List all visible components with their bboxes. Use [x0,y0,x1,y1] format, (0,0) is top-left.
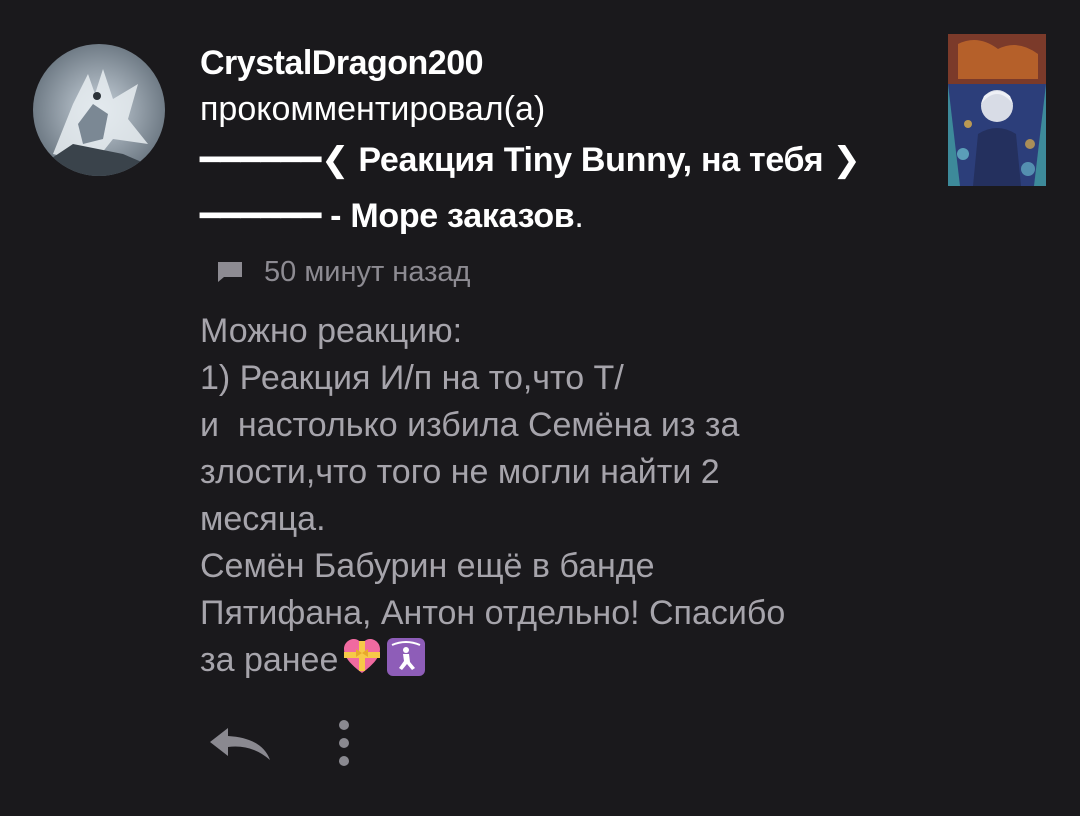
body-line: злости,что того не могли найти 2 [200,453,720,491]
post-title-dot: . [574,197,584,235]
body-line: за ранее [200,641,339,679]
comment-meta: 50 минут назад [216,252,470,292]
body-line: Пятифана, Антон отдельно! Спасибо [200,594,786,632]
body-line: и настолько избила Семёна из за [200,406,740,444]
heart-with-ribbon-emoji-icon [342,637,382,677]
post-title-suffix: - Море заказов [321,197,575,235]
person-kneeling-emoji-icon [386,637,426,677]
comment-bubble-icon [218,262,242,282]
body-line: Семён Бабурин ещё в банде [200,547,655,585]
reply-arrow-icon [210,728,270,760]
action-text: прокомментировал(а) [200,90,546,128]
comment-body: Можно реакцию: 1) Реакция И/п на то,что … [200,308,900,684]
post-thumbnail[interactable] [948,34,1046,186]
more-options-button[interactable] [328,716,360,772]
timestamp: 50 минут назад [264,255,471,288]
body-line-last: за ранее [200,637,900,684]
more-vertical-icon [339,720,349,766]
reply-button[interactable] [204,722,276,766]
post-title-link[interactable]: ━━━━━━❮ Реакция Tiny Bunny, на тебя ❯━━━… [200,132,920,244]
username[interactable]: CrystalDragon200 [200,40,920,86]
comment-header: CrystalDragon200 прокомментировал(а) ━━━… [200,40,920,244]
body-line: Можно реакцию: [200,312,463,350]
dragon-avatar-icon [33,44,165,176]
body-line: 1) Реакция И/п на то,что Т/ [200,359,624,397]
anime-art-thumbnail-icon [948,34,1046,186]
body-line: месяца. [200,500,326,538]
user-avatar[interactable] [33,44,165,176]
